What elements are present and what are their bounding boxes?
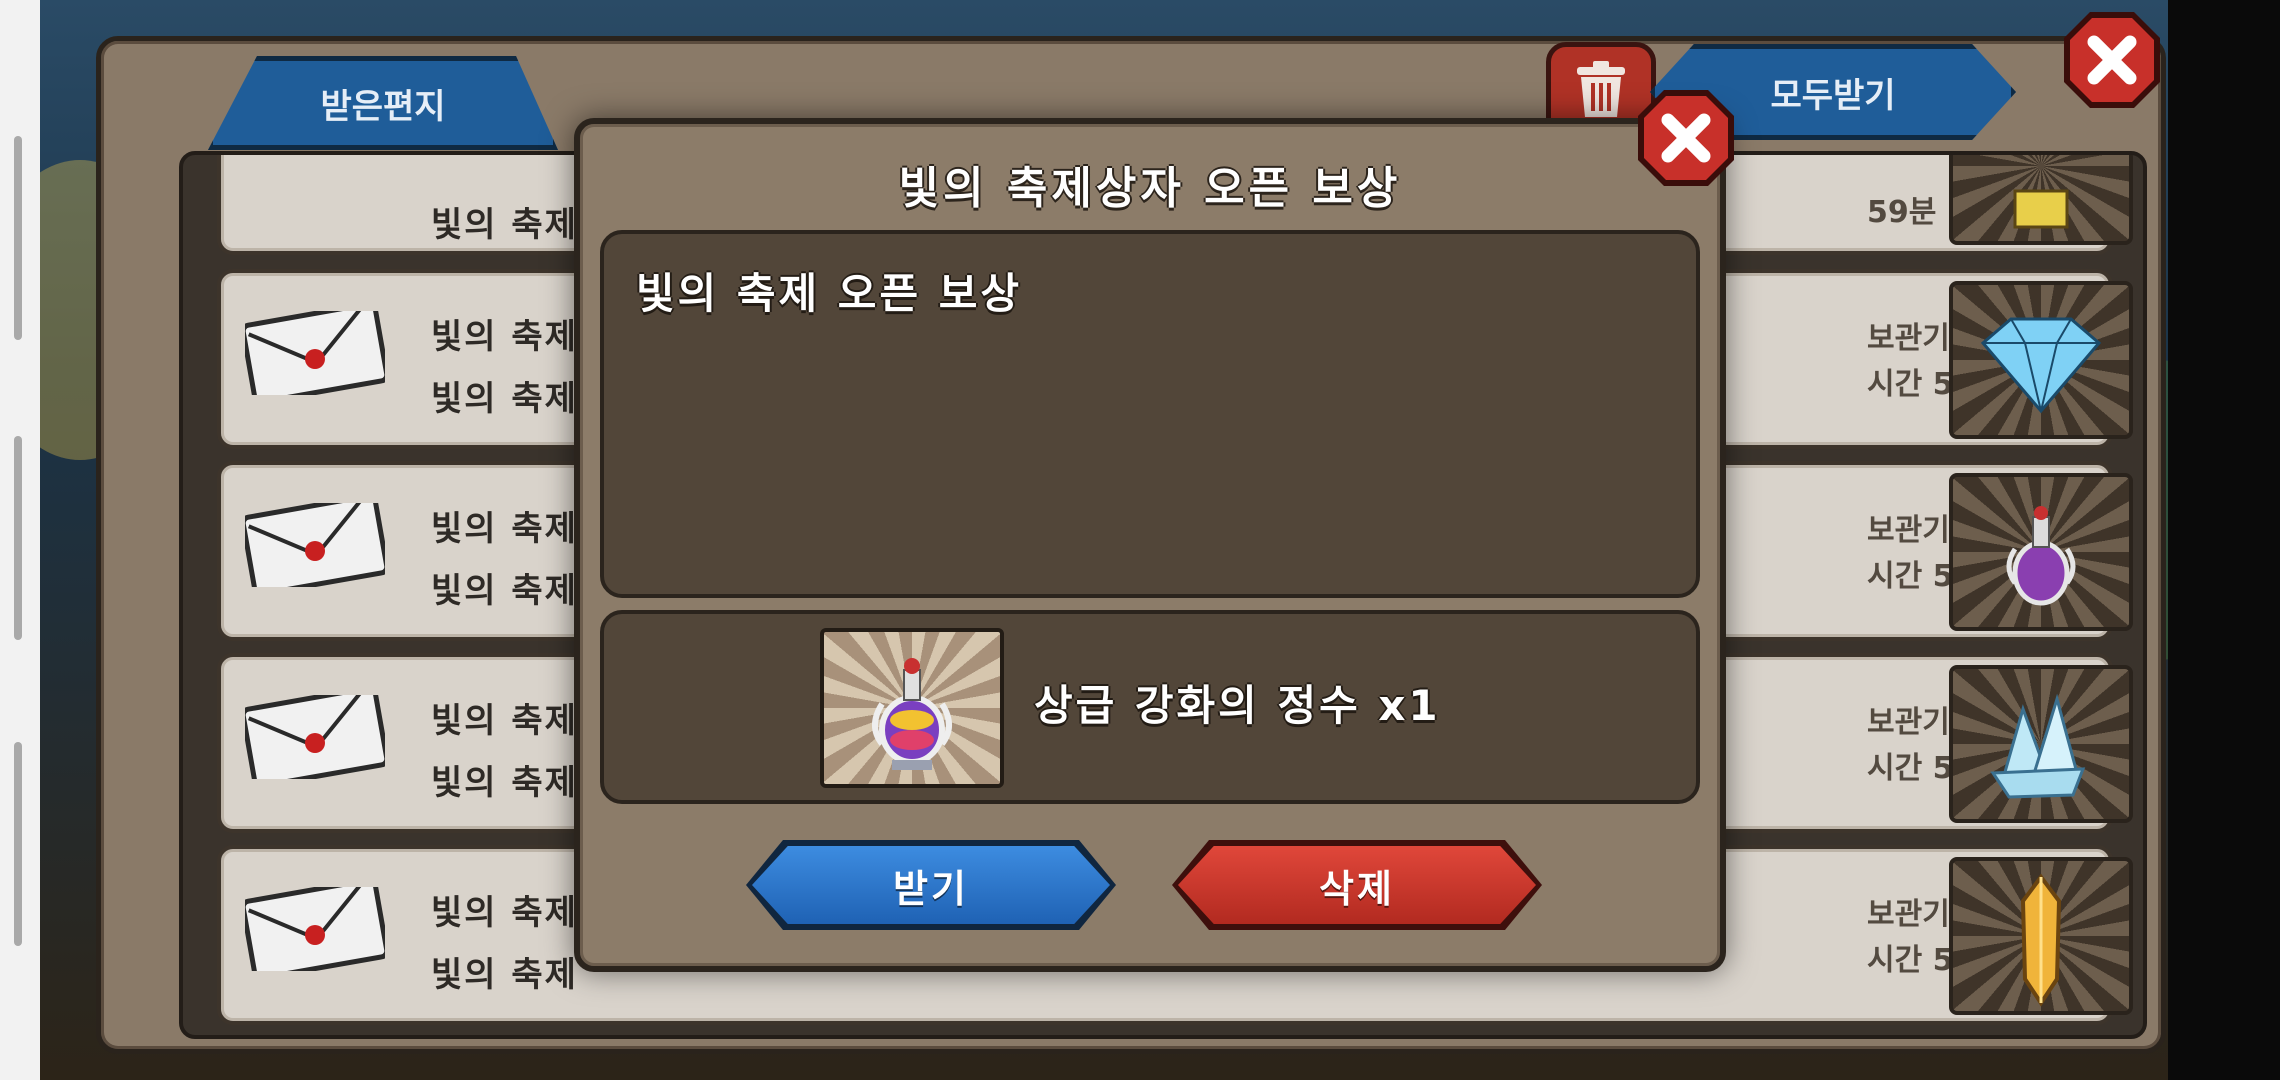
envelope-icon (245, 887, 385, 971)
message-text: 빛의 축제 오픈 보상 (636, 269, 1022, 318)
reward-item-box (820, 628, 1004, 788)
delete-button[interactable]: 삭제 (1172, 840, 1542, 930)
coupon-icon (2013, 189, 2069, 229)
edge-indicator (14, 742, 22, 946)
receive-button-face: 받기 (752, 846, 1110, 924)
essence-potion-icon (872, 658, 952, 770)
mail-item-box (1949, 857, 2133, 1015)
mail-title: 빛의 축제 (431, 701, 578, 741)
receive-all-label: 모두받기 (1770, 75, 1896, 116)
diamond-icon (1980, 317, 2102, 414)
crystal-icon (1990, 693, 2086, 799)
envelope-icon (245, 695, 385, 779)
reward-dialog: 빛의 축제상자 오픈 보상 빛의 축제 오픈 보상 상급 강화의 정수 x1 받… (574, 118, 1726, 972)
mail-item-box (1949, 473, 2133, 631)
dialog-title: 빛의 축제상자 오픈 보상 (898, 163, 1402, 214)
essence-potion-icon (2006, 506, 2076, 606)
mail-title: 빛의 축제 (431, 317, 578, 357)
mail-item-box (1949, 281, 2133, 439)
mail-item-box (1949, 665, 2133, 823)
mail-item-box (1949, 155, 2133, 245)
message-box: 빛의 축제 오픈 보상 (600, 230, 1700, 598)
envelope-icon (245, 311, 385, 395)
tab-inbox[interactable]: 받은편지 (208, 56, 558, 150)
system-edge-right (2168, 0, 2280, 1080)
mail-subtitle: 빛의 축제 (431, 379, 578, 419)
mail-subtitle: 빛의 축제 (431, 571, 578, 611)
envelope-icon (245, 503, 385, 587)
close-dialog-button[interactable] (1634, 86, 1738, 190)
reward-label: 상급 강화의 정수 x1 (1034, 681, 1441, 730)
edge-indicator (14, 136, 22, 340)
reward-box: 상급 강화의 정수 x1 (600, 610, 1700, 804)
trash-icon (1577, 61, 1625, 117)
delete-button-face: 삭제 (1178, 846, 1536, 924)
system-edge-left (0, 0, 40, 1080)
receive-button-label: 받기 (893, 866, 969, 911)
mail-subtitle: 빛의 축제 (431, 955, 578, 995)
mail-title: 빛의 축제 (431, 205, 578, 245)
tab-inbox-label: 받은편지 (320, 86, 446, 127)
mail-subtitle: 빛의 축제 (431, 763, 578, 803)
receive-button[interactable]: 받기 (746, 840, 1116, 930)
mail-title: 빛의 축제 (431, 893, 578, 933)
game-screen: 빛의 축제 59분 빛의 축제 빛의 축제 보관기간 시간 59분 빛의 축제 … (40, 0, 2168, 1080)
gold-crystal-icon (2020, 873, 2062, 1007)
close-mailbox-button[interactable] (2060, 8, 2164, 112)
mail-expiry: 59분 (1867, 195, 1937, 230)
mail-title: 빛의 축제 (431, 509, 578, 549)
edge-indicator (14, 436, 22, 640)
delete-button-label: 삭제 (1319, 866, 1395, 911)
